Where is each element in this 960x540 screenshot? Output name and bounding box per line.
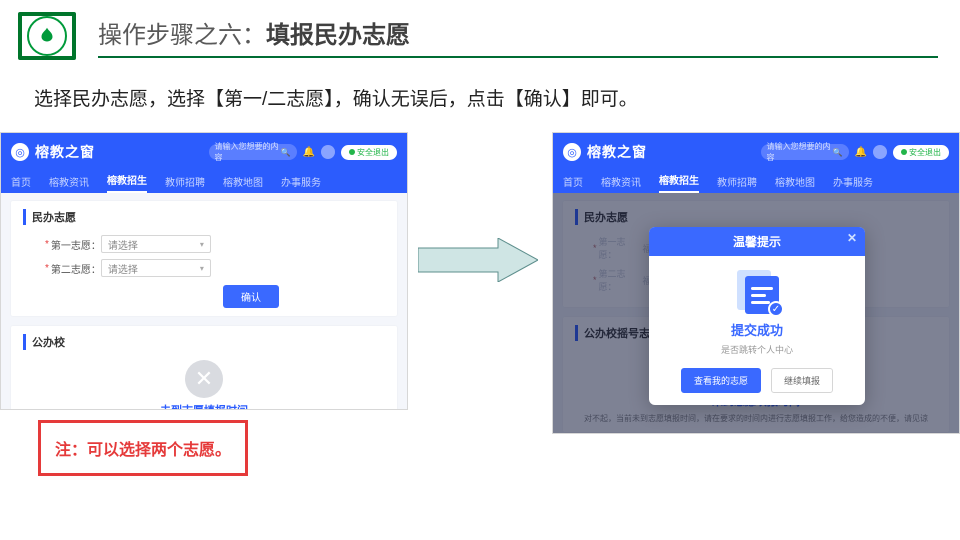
- nav-tabs: 首页 榕教资讯 榕教招生 教师招聘 榕教地图 办事服务: [553, 171, 959, 193]
- logout-button[interactable]: 安全退出: [893, 145, 949, 160]
- page-title: 操作步骤之六：填报民办志愿: [98, 15, 938, 58]
- school-logo: [18, 12, 76, 60]
- site-logo-icon: ◎: [11, 143, 29, 161]
- bell-icon[interactable]: 🔔: [303, 147, 315, 158]
- site-logo-icon: ◎: [563, 143, 581, 161]
- nav-map[interactable]: 榕教地图: [223, 174, 263, 193]
- nav-service[interactable]: 办事服务: [281, 174, 321, 193]
- arrow-right-icon: [418, 238, 538, 282]
- view-my-choices-button[interactable]: 查看我的志愿: [681, 368, 761, 393]
- chevron-down-icon: ▾: [200, 240, 204, 249]
- title-prefix: 操作步骤之六：: [98, 22, 266, 49]
- choice2-select[interactable]: 请选择▾: [101, 259, 211, 277]
- public-section-title: 公办校: [23, 334, 385, 350]
- avatar[interactable]: [873, 145, 887, 159]
- title-bold: 填报民办志愿: [266, 22, 410, 49]
- nav-tabs: 首页 榕教资讯 榕教招生 教师招聘 榕教地图 办事服务: [1, 171, 407, 193]
- callout-text: 注：可以选择两个志愿。: [55, 436, 231, 460]
- instruction-text: 选择民办志愿，选择【第一/二志愿】，确认无误后，点击【确认】即可。: [34, 84, 960, 111]
- avatar[interactable]: [321, 145, 335, 159]
- logout-button[interactable]: 安全退出: [341, 145, 397, 160]
- nav-news[interactable]: 榕教资讯: [49, 174, 89, 193]
- search-placeholder: 请输入您想要的内容: [215, 141, 281, 163]
- nav-home[interactable]: 首页: [11, 174, 31, 193]
- callout-box: 注：可以选择两个志愿。: [38, 420, 248, 476]
- close-circle-icon: ✕: [185, 360, 223, 398]
- choice1-row: *第一志愿： 请选择▾: [45, 235, 385, 253]
- modal-title: 提交成功: [659, 320, 855, 339]
- leaf-icon: [27, 16, 67, 56]
- app-topbar: ◎ 榕教之窗 请输入您想要的内容 🔍 🔔 安全退出: [1, 133, 407, 171]
- slide-header: 操作步骤之六：填报民办志愿: [0, 0, 960, 60]
- document-success-icon: ✓: [733, 270, 781, 314]
- modal-subtitle: 是否跳转个人中心: [659, 343, 855, 356]
- confirm-button[interactable]: 确认: [223, 285, 279, 308]
- search-icon: 🔍: [281, 148, 291, 157]
- search-icon: 🔍: [833, 148, 843, 157]
- app-topbar: ◎ 榕教之窗 请输入您想要的内容 🔍 🔔 安全退出: [553, 133, 959, 171]
- site-title: 榕教之窗: [587, 142, 647, 162]
- private-section-title: 民办志愿: [23, 209, 385, 225]
- continue-button[interactable]: 继续填报: [771, 368, 833, 393]
- modal-header: 温馨提示 ✕: [649, 227, 865, 256]
- not-open-title: 未到志愿填报时间: [23, 402, 385, 410]
- bell-icon[interactable]: 🔔: [855, 147, 867, 158]
- nav-teacher[interactable]: 教师招聘: [165, 174, 205, 193]
- nav-enroll[interactable]: 榕教招生: [107, 172, 147, 193]
- site-title: 榕教之窗: [35, 142, 95, 162]
- success-modal: 温馨提示 ✕ ✓ 提交成功 是否跳转个人中心 查看我的志愿 继: [649, 227, 865, 405]
- public-choice-card: 公办校 ✕ 未到志愿填报时间 对不起，当前未到志愿填报时间，请在要求的时间内进行…: [11, 326, 397, 410]
- search-input[interactable]: 请输入您想要的内容 🔍: [761, 144, 849, 160]
- choice2-row: *第二志愿： 请选择▾: [45, 259, 385, 277]
- choice1-select[interactable]: 请选择▾: [101, 235, 211, 253]
- private-choice-card: 民办志愿 *第一志愿： 请选择▾ *第二志愿： 请选择▾ 确认: [11, 201, 397, 316]
- check-icon: ✓: [768, 301, 784, 317]
- screenshot-before: ◎ 榕教之窗 请输入您想要的内容 🔍 🔔 安全退出 首页 榕教资讯 榕教招生 教…: [0, 132, 408, 410]
- search-input[interactable]: 请输入您想要的内容 🔍: [209, 144, 297, 160]
- chevron-down-icon: ▾: [200, 264, 204, 273]
- screenshot-after: ◎ 榕教之窗 请输入您想要的内容 🔍 🔔 安全退出 首页 榕教资讯 榕教招生 教…: [552, 132, 960, 434]
- close-icon[interactable]: ✕: [847, 231, 857, 245]
